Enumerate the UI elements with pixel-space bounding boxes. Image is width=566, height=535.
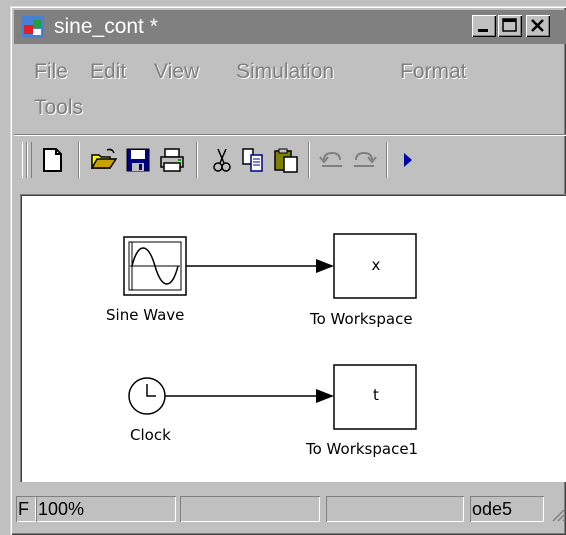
to-workspace1-label[interactable]: To Workspace1 <box>306 440 418 458</box>
diagram-layer <box>123 233 417 430</box>
copy-button[interactable] <box>240 146 268 174</box>
menu-edit[interactable]: Edit <box>90 60 126 84</box>
menu-format[interactable]: Format <box>400 60 467 84</box>
status-panel-zoom: 100% <box>36 496 176 522</box>
clock-block[interactable] <box>128 377 166 415</box>
simulink-app-icon <box>22 16 44 38</box>
start-simulation-button[interactable] <box>394 146 422 174</box>
toolbar <box>14 134 566 186</box>
paste-icon <box>274 148 298 173</box>
toolbar-separator <box>196 142 198 178</box>
model-canvas[interactable]: Sine Wave x To Workspace Clock t To Work… <box>20 194 566 482</box>
title-bar[interactable]: sine_cont * <box>14 10 566 44</box>
sine-wave-block[interactable] <box>123 236 187 296</box>
open-icon <box>90 148 118 169</box>
to-workspace-variable: x <box>371 256 381 274</box>
maximize-button[interactable] <box>498 15 522 37</box>
menu-tools[interactable]: Tools <box>34 96 83 120</box>
cut-icon <box>213 148 231 172</box>
cut-button[interactable] <box>208 146 236 174</box>
status-panel-solver: ode5 <box>470 496 544 522</box>
open-button[interactable] <box>90 146 118 174</box>
resize-grip-icon[interactable] <box>550 506 566 522</box>
undo-icon <box>319 151 342 167</box>
toolbar-separator <box>78 142 80 178</box>
status-panel-empty-2 <box>326 496 464 522</box>
menu-bar: File Edit View Simulation Format Tools <box>14 52 566 128</box>
redo-button[interactable] <box>350 146 378 174</box>
new-model-icon <box>43 148 62 172</box>
menu-simulation[interactable]: Simulation <box>236 60 334 84</box>
start-simulation-icon <box>404 153 412 167</box>
status-panel-empty-1 <box>180 496 320 522</box>
window-title: sine_cont * <box>54 15 158 38</box>
toolbar-separator <box>386 142 388 178</box>
status-panel-ready: F <box>16 496 36 522</box>
menu-file[interactable]: File <box>34 60 68 84</box>
copy-icon <box>242 148 263 172</box>
close-icon <box>531 19 544 32</box>
sine-wave-label[interactable]: Sine Wave <box>106 306 184 324</box>
undo-button[interactable] <box>318 146 346 174</box>
status-zoom-text: 100% <box>38 499 85 519</box>
close-button[interactable] <box>526 15 550 37</box>
status-bar: F 100% ode5 <box>14 490 566 530</box>
signal-arrowhead <box>316 389 334 403</box>
clock-label[interactable]: Clock <box>130 426 171 444</box>
status-solver-text: ode5 <box>472 499 513 519</box>
to-workspace1-variable: t <box>373 386 379 404</box>
print-icon <box>160 148 184 172</box>
toolbar-grip-2[interactable] <box>27 142 32 178</box>
minimize-button[interactable] <box>472 15 496 37</box>
print-button[interactable] <box>158 146 186 174</box>
toolbar-separator <box>308 142 310 178</box>
to-workspace-label[interactable]: To Workspace <box>310 310 413 328</box>
menu-view[interactable]: View <box>154 60 199 84</box>
new-model-button[interactable] <box>38 146 66 174</box>
minimize-icon <box>478 29 488 32</box>
redo-icon <box>354 151 377 167</box>
signal-arrowhead <box>316 259 334 273</box>
save-icon <box>126 148 150 172</box>
status-ready-text: F <box>18 499 29 519</box>
save-button[interactable] <box>124 146 152 174</box>
maximize-icon <box>502 18 517 32</box>
paste-button[interactable] <box>272 146 300 174</box>
